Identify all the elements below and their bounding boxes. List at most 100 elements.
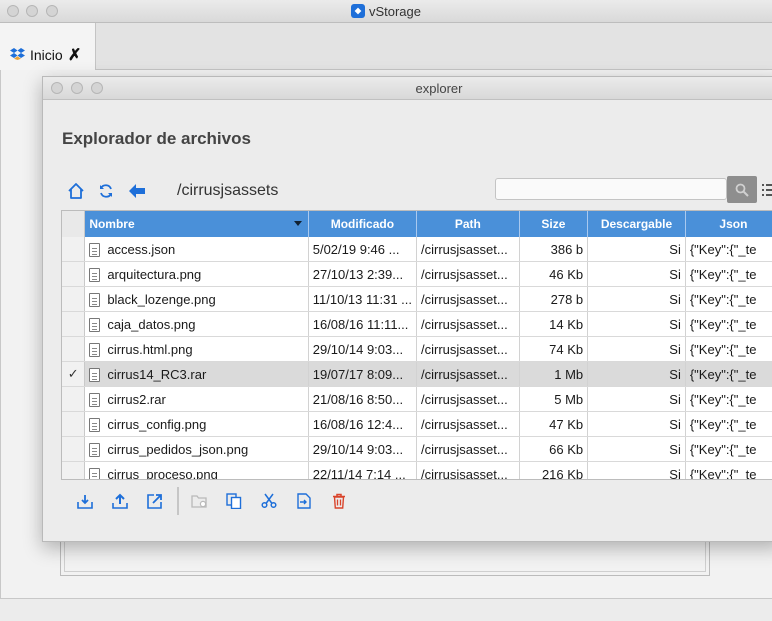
cell-descargable: Si (587, 411, 686, 437)
cell-size: 14 Kb (519, 311, 589, 337)
column-header-path[interactable]: Path (416, 211, 520, 237)
cell-json: {"Key":{"_te (685, 311, 772, 337)
cell-nombre: cirrus_config.png (84, 411, 309, 437)
cell-modificado: 29/10/14 9:03... (308, 336, 418, 362)
file-name: cirrus_config.png (107, 416, 207, 432)
file-icon (89, 392, 101, 407)
new-folder-icon (189, 491, 209, 511)
column-header-label: Nombre (89, 217, 135, 231)
column-header-json[interactable]: Json (685, 211, 772, 237)
cell-nombre: cirrus.html.png (84, 336, 309, 362)
tab-label: Inicio (30, 47, 63, 63)
table-row[interactable]: ✓ cirrus14_RC3.rar 19/07/17 8:09.../cirrus… (62, 361, 772, 387)
cell-descargable: Si (587, 461, 686, 479)
table-row[interactable]: cirrus2.rar 21/08/16 8:50.../cirrusjsasse… (62, 386, 772, 412)
row-select-cell[interactable] (62, 237, 86, 262)
cell-descargable: Si (587, 237, 686, 262)
table-row[interactable]: cirrus_config.png 16/08/16 12:4.../cirrus… (62, 411, 772, 437)
file-table[interactable]: Nombre Modificado Path Size Descargable … (61, 210, 772, 480)
table-row[interactable]: arquitectura.png 27/10/13 2:39.../cirrusj… (62, 261, 772, 287)
cell-descargable: Si (587, 311, 686, 337)
paste-icon[interactable] (294, 491, 314, 511)
delete-icon[interactable] (329, 491, 349, 511)
cell-modificado: 29/10/14 9:03... (308, 436, 418, 462)
cell-json: {"Key":{"_te (685, 336, 772, 362)
file-name: black_lozenge.png (107, 291, 216, 307)
row-select-cell[interactable] (62, 286, 86, 312)
file-icon (89, 292, 101, 307)
table-row[interactable]: black_lozenge.png 11/10/13 11:31 .../cirr… (62, 286, 772, 312)
cell-descargable: Si (587, 261, 686, 287)
close-tab-icon[interactable]: ✗ (68, 45, 81, 65)
table-header-row: Nombre Modificado Path Size Descargable … (62, 211, 772, 237)
tab-inicio[interactable]: Inicio ✗ (0, 23, 96, 70)
cell-path: /cirrusjsasset... (416, 336, 520, 362)
file-name: cirrus_pedidos_json.png (107, 441, 249, 457)
cell-json: {"Key":{"_te (685, 436, 772, 462)
file-name: caja_datos.png (107, 316, 196, 332)
current-path: /cirrusjsassets (177, 182, 279, 199)
vstorage-logo-icon (350, 4, 365, 18)
table-row[interactable]: cirrus_proceso.png 22/11/14 7:14 .../cirr… (62, 461, 772, 479)
row-select-cell[interactable] (62, 386, 86, 412)
cell-modificado: 19/07/17 8:09... (308, 361, 418, 387)
column-header-nombre[interactable]: Nombre (84, 211, 309, 237)
cell-modificado: 16/08/16 11:11... (308, 311, 418, 337)
cell-path: /cirrusjsasset... (416, 261, 520, 287)
open-external-icon[interactable] (145, 491, 165, 511)
search-button[interactable] (727, 176, 757, 203)
cell-path: /cirrusjsasset... (416, 286, 520, 312)
home-icon[interactable] (66, 181, 86, 201)
cell-nombre: cirrus2.rar (84, 386, 309, 412)
table-row[interactable]: access.json 5/02/19 9:46 .../cirrusjsasse… (62, 237, 772, 262)
sort-desc-icon (293, 221, 302, 226)
cell-modificado: 22/11/14 7:14 ... (308, 461, 418, 479)
checkmark-icon: ✓ (67, 366, 79, 381)
search-icon (735, 183, 749, 197)
download-icon[interactable] (75, 491, 95, 511)
row-select-cell[interactable] (62, 311, 86, 337)
cell-path: /cirrusjsasset... (416, 386, 520, 412)
cell-nombre: access.json (84, 237, 309, 262)
cell-nombre: cirrus14_RC3.rar (84, 361, 309, 387)
cell-path: /cirrusjsasset... (416, 461, 520, 479)
upload-icon[interactable] (110, 491, 130, 511)
row-select-cell[interactable] (62, 436, 86, 462)
row-select-cell[interactable] (62, 261, 86, 287)
cell-size: 386 b (519, 237, 589, 262)
cell-json: {"Key":{"_te (685, 386, 772, 412)
cell-json: {"Key":{"_te (685, 261, 772, 287)
select-column-header (62, 211, 86, 237)
table-row[interactable]: cirrus_pedidos_json.png 29/10/14 9:03... /… (62, 436, 772, 462)
list-view-icon[interactable] (762, 183, 772, 197)
tab-strip (0, 23, 772, 70)
file-name: access.json (107, 241, 176, 257)
cell-size: 5 Mb (519, 386, 589, 412)
column-header-modificado[interactable]: Modificado (308, 211, 418, 237)
table-row[interactable]: caja_datos.png 16/08/16 11:11.../cirrusjs… (62, 311, 772, 337)
copy-icon[interactable] (224, 491, 244, 511)
search-input[interactable] (495, 178, 727, 200)
explorer-titlebar: explorer (43, 77, 772, 100)
cell-json: {"Key":{"_te (685, 237, 772, 262)
row-select-cell[interactable] (62, 336, 86, 362)
explorer-window: explorer Explorador de archivos /cirrusj… (42, 76, 772, 542)
refresh-icon[interactable] (96, 181, 116, 201)
cell-size: 278 b (519, 286, 589, 312)
cut-icon[interactable] (259, 491, 279, 511)
cell-size: 66 Kb (519, 436, 589, 462)
row-select-cell[interactable] (62, 461, 86, 479)
cell-descargable: Si (587, 286, 686, 312)
back-arrow-icon[interactable] (127, 181, 147, 201)
column-header-descargable[interactable]: Descargable (587, 211, 686, 237)
app-title: vStorage (0, 4, 772, 19)
page-title: Explorador de archivos (62, 129, 251, 148)
table-row[interactable]: cirrus.html.png 29/10/14 9:03.../cirrusjs… (62, 336, 772, 362)
file-icon (89, 317, 101, 332)
cell-descargable: Si (587, 361, 686, 387)
row-select-cell[interactable]: ✓ (62, 361, 86, 387)
row-select-cell[interactable] (62, 411, 86, 437)
column-header-size[interactable]: Size (519, 211, 589, 237)
cell-nombre: black_lozenge.png (84, 286, 309, 312)
cell-modificado: 5/02/19 9:46 ... (308, 237, 418, 262)
